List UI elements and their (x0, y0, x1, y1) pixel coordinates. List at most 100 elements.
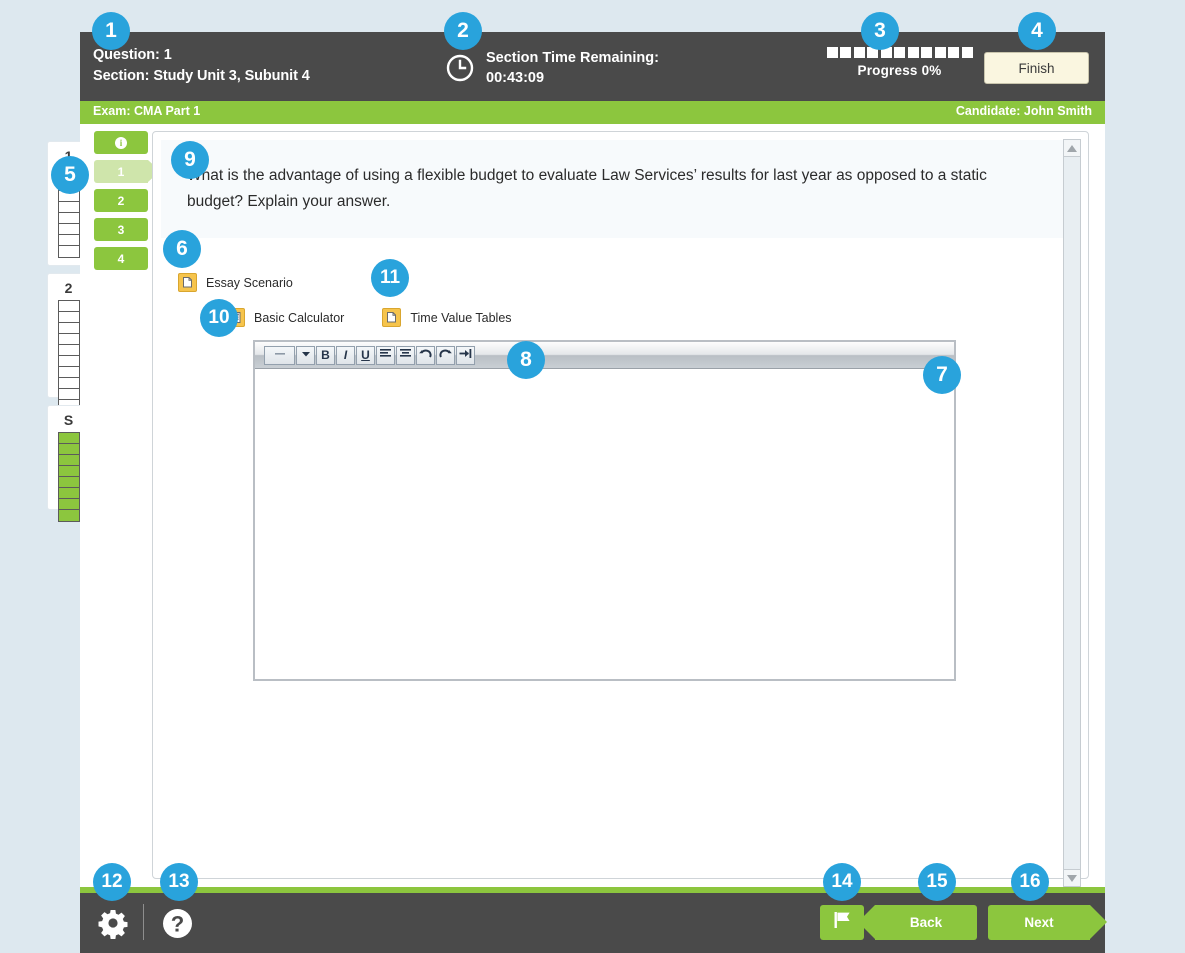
triangle-down-icon (1067, 874, 1077, 882)
scroll-down-button[interactable] (1064, 869, 1080, 886)
section-segment[interactable] (58, 312, 79, 323)
section-segment[interactable] (58, 334, 79, 345)
indent-button[interactable] (456, 345, 475, 365)
resource-label: Time Value Tables (410, 310, 512, 325)
underline-button[interactable]: U (356, 345, 375, 365)
callout-badge-6: 6 (163, 230, 201, 268)
section-segment[interactable] (58, 356, 79, 367)
question-content-panel: What is the advantage of using a flexibl… (152, 131, 1089, 887)
gear-icon (97, 910, 129, 943)
finish-button[interactable]: Finish (984, 52, 1089, 84)
scroll-up-button[interactable] (1064, 140, 1080, 157)
help-button[interactable]: ? (162, 908, 193, 944)
exam-window: Question: 1 Section: Study Unit 3, Subun… (80, 32, 1107, 953)
resource-label: Essay Scenario (206, 275, 293, 290)
callout-badge-16: 16 (1011, 863, 1049, 901)
qnav-3[interactable]: 3 (94, 218, 148, 241)
section-segment[interactable] (58, 499, 79, 510)
section-timer: Section Time Remaining: 00:43:09 (446, 48, 659, 88)
content-scrollbar[interactable] (1063, 139, 1081, 887)
resource-row-1: Essay Scenario (178, 269, 678, 296)
section-segment[interactable] (58, 235, 79, 246)
align-center-button[interactable] (396, 345, 415, 365)
indent-icon (458, 347, 473, 363)
font-name (270, 348, 290, 362)
callout-badge-1: 1 (92, 12, 130, 50)
progress-cell (894, 47, 905, 58)
section-segment[interactable] (58, 367, 79, 378)
callout-badge-2: 2 (444, 12, 482, 50)
qnav-4[interactable]: 4 (94, 247, 148, 270)
next-button-label: Next (1024, 915, 1054, 930)
resource-basic-calculator[interactable]: Basic Calculator (226, 304, 344, 331)
exam-header: Question: 1 Section: Study Unit 3, Subun… (80, 32, 1105, 101)
next-button[interactable]: Next (988, 905, 1107, 940)
section-segment[interactable] (58, 323, 79, 334)
qnav-label: 1 (117, 164, 125, 179)
section-segment[interactable] (58, 510, 79, 521)
callout-badge-13: 13 (160, 863, 198, 901)
section-segment[interactable] (58, 389, 79, 400)
section-segment[interactable] (58, 224, 79, 235)
redo-button[interactable] (436, 345, 455, 365)
section-name-label: Section: Study Unit 3, Subunit 4 (93, 68, 310, 84)
section-segment[interactable] (58, 466, 79, 477)
resource-label: Basic Calculator (254, 310, 345, 325)
settings-button[interactable] (97, 907, 129, 944)
underline-icon: U (361, 348, 370, 362)
bold-button[interactable]: B (316, 345, 335, 365)
font-dropdown-button[interactable] (296, 345, 315, 365)
section-segment[interactable] (58, 477, 79, 488)
callout-badge-5: 5 (51, 156, 89, 194)
timer-text-group: Section Time Remaining: 00:43:09 (486, 48, 659, 88)
qnav-info[interactable]: i (94, 131, 148, 154)
question-text: What is the advantage of using a flexibl… (187, 167, 987, 210)
italic-button[interactable]: I (336, 345, 355, 365)
progress-cell (853, 47, 865, 58)
section-segment[interactable] (58, 488, 79, 499)
svg-text:?: ? (171, 912, 184, 937)
progress-cell (961, 47, 973, 58)
question-mark-icon: ? (162, 909, 193, 943)
section-segment[interactable] (58, 444, 79, 455)
callout-badge-9: 9 (171, 141, 209, 179)
back-button-label: Back (909, 915, 943, 930)
flag-icon (831, 909, 853, 936)
align-left-button[interactable] (376, 345, 395, 365)
timer-value: 00:43:09 (486, 70, 545, 86)
resource-time-value-tables[interactable]: Time Value Tables (382, 304, 512, 331)
bottom-toolbar: ? Back Next (80, 893, 1107, 953)
undo-button[interactable] (416, 345, 435, 365)
callout-badge-12: 12 (93, 863, 131, 901)
progress-indicator: Progress 0% (807, 47, 992, 78)
progress-cell (934, 47, 946, 58)
qnav-2[interactable]: 2 (94, 189, 148, 212)
section-segment[interactable] (58, 345, 79, 356)
section-segment[interactable] (58, 213, 79, 224)
callout-badge-7: 7 (923, 356, 961, 394)
qnav-1[interactable]: 1 (94, 160, 160, 183)
section-segment[interactable] (58, 378, 79, 389)
resource-essay-scenario[interactable]: Essay Scenario (178, 269, 293, 296)
section-segment[interactable] (58, 433, 79, 444)
section-segment[interactable] (58, 301, 79, 312)
callout-badge-8: 8 (507, 341, 545, 379)
answer-textarea[interactable] (255, 369, 954, 679)
section-segment[interactable] (58, 202, 79, 213)
callout-badge-4: 4 (1018, 12, 1056, 50)
font-name-select[interactable] (264, 345, 295, 365)
qnav-label: 3 (117, 222, 125, 237)
section-segment[interactable] (58, 455, 79, 466)
progress-cell (826, 47, 838, 58)
callout-badge-15: 15 (918, 863, 956, 901)
document-icon (382, 308, 402, 327)
section-segment-stack[interactable] (57, 432, 80, 522)
exam-name-label: Exam: CMA Part 1 (93, 104, 201, 118)
italic-icon: I (343, 348, 348, 362)
progress-cell (921, 47, 932, 58)
section-segment[interactable] (58, 246, 79, 257)
chevron-down-icon (299, 348, 313, 362)
back-button[interactable]: Back (858, 905, 977, 940)
section-segment-stack[interactable] (57, 300, 80, 412)
resource-links: Essay Scenario Basic Calculator Time Val… (178, 269, 678, 331)
